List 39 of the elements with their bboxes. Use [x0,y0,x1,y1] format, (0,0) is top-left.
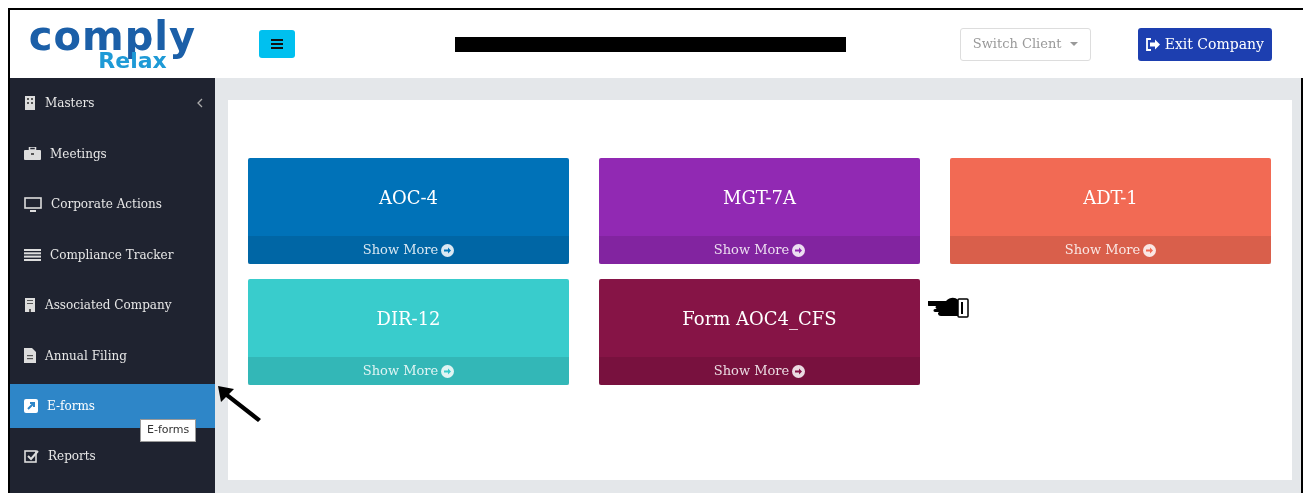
external-link-icon [24,399,38,413]
document-icon [24,348,36,364]
sign-out-icon [1145,37,1160,51]
arrow-circle-icon [792,364,806,378]
tile-title: AOC-4 [377,185,440,210]
sidebar-item[interactable]: Masters [10,78,215,129]
monitor-icon [24,196,42,212]
arrow-circle-icon [441,364,455,378]
building-icon [24,298,36,313]
show-more-link[interactable]: Show More [599,236,920,264]
form-tile[interactable]: AOC-4 Show More [248,158,569,264]
menu-icon [271,39,283,49]
pointing-hand-icon [928,296,969,318]
show-more-link[interactable]: Show More [599,357,920,385]
sidebar-item[interactable]: Compliance Tracker [10,229,215,280]
building-icon [24,96,36,111]
form-tile[interactable]: MGT-7A Show More [599,158,920,264]
form-tile[interactable]: Form AOC4_CFS Show More [599,279,920,385]
menu-button[interactable] [259,30,295,58]
arrow-circle-icon [792,243,806,257]
arrow-circle-icon [1143,243,1157,257]
sidebar-item[interactable]: Annual Filing [10,330,215,381]
tile-title: DIR-12 [375,306,442,331]
briefcase-icon [24,147,41,161]
caret-icon [1069,42,1078,48]
show-more-link[interactable]: Show More [248,236,569,264]
tooltip: E-forms [140,419,197,442]
exit-company-button[interactable]: Exit Company [1137,27,1272,61]
tile-title: MGT-7A [722,185,798,210]
list-icon [24,248,41,261]
chevron-icon [197,98,203,109]
arrow-icon [218,386,262,422]
tile-title: ADT-1 [1082,185,1139,210]
sidebar-item[interactable]: Corporate Actions [10,179,215,230]
arrow-circle-icon [441,243,455,257]
sidebar-item[interactable]: Meetings [10,128,215,179]
checkbox-icon [24,449,39,464]
sidebar-item[interactable]: Associated Company [10,280,215,331]
tile-title: Form AOC4_CFS [681,306,838,332]
